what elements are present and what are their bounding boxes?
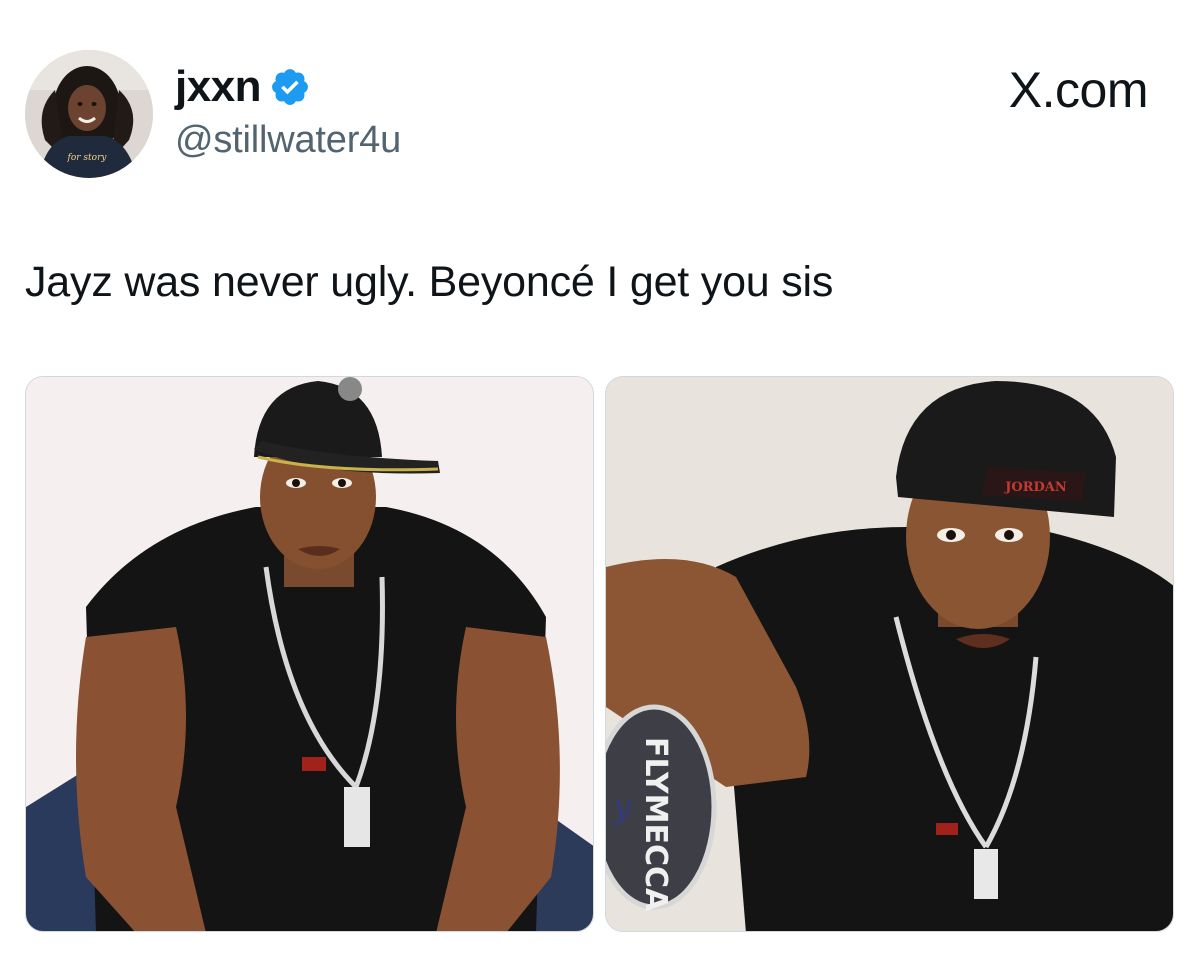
avatar[interactable]: for story — [25, 50, 153, 178]
jordan-cap-text: JORDAN — [1004, 480, 1067, 495]
verified-badge-icon — [269, 66, 311, 108]
media-grid: JORDAN y FLYMECCA — [25, 376, 1174, 932]
tweet-card: for story jxxn @stillwater4u X.com Jayz … — [0, 0, 1200, 972]
profile-avatar-icon: for story — [25, 50, 153, 178]
photo-man-black-cap-sleeveless-shirt-icon — [26, 377, 593, 931]
photo-man-pointing-jordan-cap-icon: JORDAN y FLYMECCA — [606, 377, 1173, 931]
sticker-text: FLYMECCA — [638, 737, 673, 912]
user-handle[interactable]: @stillwater4u — [175, 117, 401, 163]
media-photo-right[interactable]: JORDAN y FLYMECCA — [605, 376, 1174, 932]
display-name[interactable]: jxxn — [175, 62, 262, 112]
tweet-text: Jayz was never ugly. Beyoncé I get you s… — [25, 258, 834, 306]
avatar-shirt-text: for story — [67, 153, 108, 163]
brand-label: X.com — [1008, 62, 1149, 118]
media-photo-left[interactable] — [25, 376, 594, 932]
brand-watermark: X.com — [1008, 60, 1149, 120]
sticker-script: y — [612, 790, 632, 825]
user-name-row[interactable]: jxxn — [175, 62, 311, 112]
